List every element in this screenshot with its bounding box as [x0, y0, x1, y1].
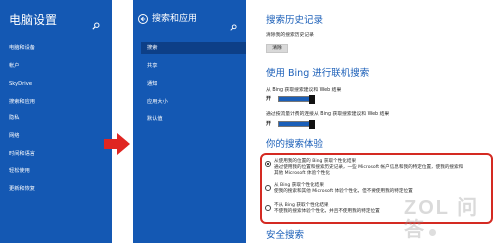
pc-settings-pane: 电脑设置 电脑和设备 帐户 SkyDrive 搜索和应用 隐私 网络 时间和语言… [0, 0, 112, 243]
metered-bing-toggle[interactable] [278, 120, 315, 129]
sidebar-item-update-recovery[interactable]: 更新和恢复 [9, 186, 35, 193]
search-apps-pane: 搜索和应用 搜索 共享 通知 应用大小 默认值 [133, 0, 246, 243]
radio-not-personalized[interactable] [265, 205, 271, 211]
sidebar-item-privacy[interactable]: 隐私 [9, 115, 19, 122]
pc-settings-title: 电脑设置 [9, 13, 58, 27]
option-personalized-desc: 使我的搜索和其他 Microsoft 体验个性化，但不要使用我的特定位置 [274, 189, 413, 194]
bing-suggestions-state: 开 [266, 96, 272, 102]
bing-search-heading: 使用 Bing 进行联机搜索 [266, 68, 370, 79]
nav-item-share[interactable]: 共享 [147, 63, 157, 70]
search-icon[interactable] [92, 15, 100, 34]
sidebar-item-time-language[interactable]: 时间和语言 [9, 151, 35, 158]
radio-personalized[interactable] [265, 185, 271, 191]
nav-item-app-sizes[interactable]: 应用大小 [147, 99, 168, 106]
search-history-heading: 搜索历史记录 [266, 15, 324, 26]
pane-gap [112, 0, 133, 243]
search-experience-heading: 你的搜索体验 [266, 139, 324, 150]
option-not-personalized-desc: 不使我的搜索体验个性化，并且不使用我的特定位置 [274, 209, 380, 214]
nav-item-notifications[interactable]: 通知 [147, 81, 157, 88]
nav-item-search[interactable]: 搜索 [141, 42, 246, 54]
search-icon[interactable] [230, 16, 237, 35]
clear-history-label: 清除我的搜索历史记录 [266, 33, 314, 38]
sidebar-item-accounts[interactable]: 帐户 [9, 63, 19, 70]
option-personalized-location-desc-2: 其他 Microsoft 体验个性化 [274, 171, 330, 176]
toggle-thumb[interactable] [309, 95, 315, 104]
toggle-thumb[interactable] [309, 120, 315, 129]
watermark-dot [429, 229, 436, 236]
sidebar-item-search-apps[interactable]: 搜索和应用 [9, 99, 35, 106]
sidebar-item-skydrive[interactable]: SkyDrive [9, 81, 32, 88]
radio-personalized-location[interactable] [265, 161, 271, 167]
sidebar-item-ease-of-access[interactable]: 轻松使用 [9, 168, 30, 175]
back-arrow-icon[interactable] [138, 14, 148, 24]
search-apps-title: 搜索和应用 [152, 14, 198, 24]
bing-suggestions-toggle[interactable] [278, 95, 315, 104]
pane-header: 搜索和应用 [138, 13, 197, 25]
search-settings-content: 搜索历史记录 清除我的搜索历史记录 清除 使用 Bing 进行联机搜索 从 Bi… [246, 0, 500, 243]
watermark-text: ZOL 问答 [404, 197, 480, 241]
sidebar-item-pc-devices[interactable]: 电脑和设备 [9, 45, 35, 52]
metered-bing-label: 通过按流量计费的连接从 Bing 获取搜索建议和 Web 结果 [266, 112, 390, 117]
safe-search-heading: 安全搜索 [266, 230, 305, 241]
red-arrow-icon [104, 133, 130, 159]
sidebar-item-network[interactable]: 网络 [9, 133, 19, 140]
clear-button[interactable]: 清除 [266, 44, 288, 53]
bing-suggestions-label: 从 Bing 获取搜索建议和 Web 结果 [266, 88, 342, 93]
watermark: ZOL 问答 [404, 197, 500, 241]
metered-bing-state: 开 [266, 121, 272, 127]
nav-item-defaults[interactable]: 默认值 [147, 116, 163, 123]
